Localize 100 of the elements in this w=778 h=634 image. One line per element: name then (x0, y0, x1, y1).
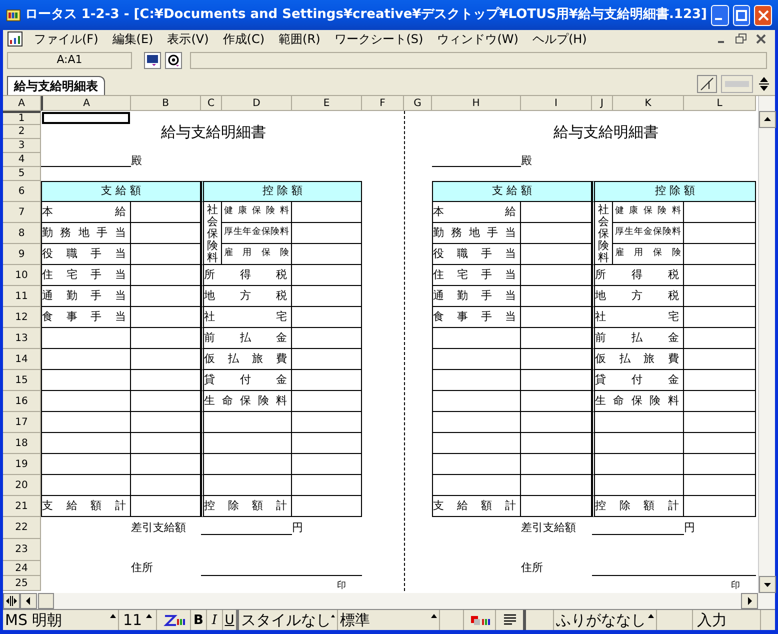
cell-cursor[interactable] (42, 112, 130, 124)
table-cell (521, 475, 592, 496)
row-header[interactable]: 23 (3, 539, 41, 561)
split-handle-icon[interactable] (3, 593, 20, 609)
table-cell: 食 事 手 当 (41, 307, 131, 328)
menu-item[interactable]: ウィンドウ(W) (430, 30, 526, 48)
bold-button[interactable]: B (191, 610, 207, 630)
formula-field[interactable] (190, 52, 767, 68)
document-icon (7, 31, 23, 47)
number-format-selector[interactable]: 標準 (338, 610, 440, 630)
table-cell: 役 職 手 当 (432, 244, 521, 265)
font-selector[interactable]: MS 明朝 (3, 610, 119, 630)
expand-icon[interactable] (757, 75, 771, 93)
table-cell (131, 412, 201, 433)
table-cell: 地 方 税 (592, 286, 684, 307)
row-header[interactable]: 13 (3, 328, 41, 349)
column-header: 支 給 額 (41, 181, 201, 202)
column-header[interactable]: C (201, 96, 222, 111)
table-cell (131, 328, 201, 349)
row-header[interactable]: 18 (3, 433, 41, 454)
navigator-button[interactable] (144, 52, 161, 68)
close-icon[interactable] (755, 33, 767, 45)
table-cell: 勤 務 地 手 当 (432, 223, 521, 244)
restore-icon[interactable] (735, 33, 747, 45)
table-cell: 前 払 金 (201, 328, 292, 349)
row-header[interactable]: 6 (3, 181, 41, 202)
row-header[interactable]: 4 (3, 153, 41, 167)
column-header[interactable]: H (432, 96, 521, 111)
furigana-selector[interactable]: ふりがななし (554, 610, 657, 630)
row-header[interactable]: 2 (3, 125, 41, 139)
scroll-down-icon[interactable] (759, 576, 776, 593)
table-cell: 本 給 (41, 202, 131, 223)
table-cell: 社会保険料 (201, 202, 222, 265)
menu-item[interactable]: ファイル(F) (27, 30, 106, 48)
row-header[interactable]: 10 (3, 265, 41, 286)
table-cell: 社会保険料 (592, 202, 613, 265)
row-header[interactable]: 9 (3, 244, 41, 265)
column-header[interactable]: I (521, 96, 592, 111)
column-header[interactable]: D (222, 96, 292, 111)
maximize-button[interactable] (732, 4, 750, 26)
row-header[interactable]: 21 (3, 496, 41, 517)
menu-item[interactable]: ヘルプ(H) (525, 30, 594, 48)
sheet-tab[interactable]: 給与支給明細表 (7, 76, 105, 95)
column-header[interactable]: G (404, 96, 432, 111)
minimize-button[interactable] (711, 4, 729, 26)
row-header[interactable]: 8 (3, 223, 41, 244)
table-cell (521, 496, 592, 517)
row-header[interactable]: 25 (3, 576, 41, 591)
menu-item[interactable]: 編集(E) (105, 30, 160, 48)
row-header[interactable]: 19 (3, 454, 41, 475)
table-cell (292, 328, 362, 349)
column-header[interactable]: J (592, 96, 613, 111)
menu-item[interactable]: ワークシート(S) (327, 30, 430, 48)
table-cell (521, 433, 592, 454)
row-header[interactable]: 14 (3, 349, 41, 370)
row-header[interactable]: 17 (3, 412, 41, 433)
table-cell: 前 払 金 (592, 328, 684, 349)
row-header[interactable]: 3 (3, 139, 41, 153)
at-function-button[interactable] (165, 52, 182, 68)
vertical-scrollbar[interactable] (758, 96, 775, 593)
cell-address-field[interactable]: A:A1 (7, 52, 132, 68)
menu-item[interactable]: 範囲(R) (272, 30, 328, 48)
row-header[interactable]: 20 (3, 475, 41, 496)
column-header[interactable]: K (613, 96, 684, 111)
scroll-thumb[interactable] (38, 593, 54, 609)
scroll-up-icon[interactable] (759, 111, 776, 128)
row-header[interactable]: 24 (3, 561, 41, 576)
column-header[interactable]: E (292, 96, 362, 111)
italic-button[interactable]: I (207, 610, 223, 630)
scroll-right-icon[interactable] (741, 593, 758, 609)
close-button[interactable] (754, 4, 772, 26)
menu-item[interactable]: 表示(V) (160, 30, 216, 48)
column-header[interactable]: A (41, 96, 131, 111)
table-cell (521, 202, 592, 223)
style-selector[interactable]: スタイルなし (239, 610, 338, 630)
yen-label: 円 (684, 520, 695, 536)
row-header[interactable]: 7 (3, 202, 41, 223)
font-size-selector[interactable]: 11 (119, 610, 157, 630)
menu-item[interactable]: 作成(C) (216, 30, 272, 48)
row-header[interactable]: 22 (3, 517, 41, 539)
table-cell: 生 命 保 険 料 (592, 391, 684, 412)
row-header[interactable]: 12 (3, 307, 41, 328)
row-header[interactable]: 11 (3, 286, 41, 307)
sheet-letter: A (3, 96, 41, 111)
table-cell: 社 宅 (592, 307, 684, 328)
horizontal-scrollbar[interactable] (3, 593, 775, 609)
table-cell (292, 475, 362, 496)
caret-icon (648, 614, 654, 618)
table-cell (521, 349, 592, 370)
underline-button[interactable]: U (223, 610, 239, 630)
row-header[interactable]: 1 (3, 111, 41, 125)
table-cell: 健 康 保 険 料 (613, 202, 684, 223)
column-header[interactable]: F (362, 96, 404, 111)
column-header[interactable]: B (131, 96, 201, 111)
scroll-left-icon[interactable] (20, 593, 37, 609)
split-icon[interactable] (697, 75, 717, 93)
row-header[interactable]: 15 (3, 370, 41, 391)
row-header[interactable]: 5 (3, 167, 41, 181)
row-header[interactable]: 16 (3, 391, 41, 412)
column-header[interactable]: L (684, 96, 756, 111)
